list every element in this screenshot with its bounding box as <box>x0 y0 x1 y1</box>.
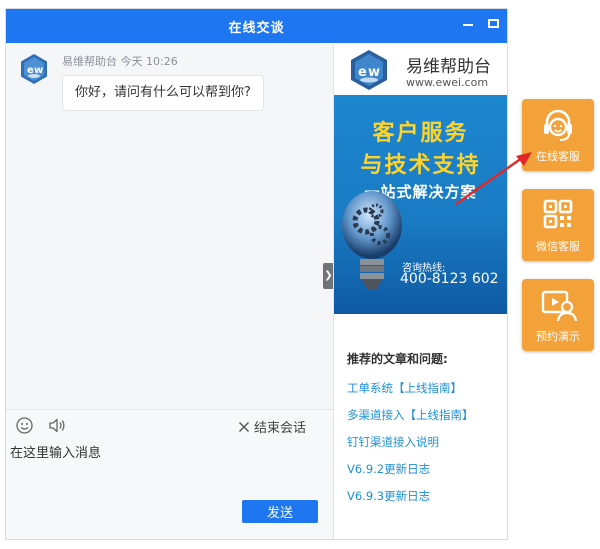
title-bar: 在线交谈 <box>6 9 507 43</box>
recommend-link[interactable]: V6.9.2更新日志 <box>347 461 430 477</box>
message-meta: 易维帮助台 今天 10:26 <box>62 53 178 69</box>
wechat-service-label: 微信客服 <box>536 240 580 253</box>
chat-messages: e w 易维帮助台 今天 10:26 你好，请问有什么可以帮到你? <box>6 43 333 409</box>
input-toolbar: 结束会话 <box>6 409 333 439</box>
speaker-icon[interactable] <box>48 417 66 434</box>
maximize-icon[interactable] <box>488 19 499 28</box>
headset-icon <box>544 109 572 141</box>
recommend-link[interactable]: 钉钉渠道接入说明 <box>347 434 439 450</box>
ewei-logo-icon: e w <box>351 50 387 90</box>
video-user-icon <box>541 290 578 322</box>
message-bubble: 你好，请问有什么可以帮到你? <box>62 75 264 111</box>
message-time: 今天 10:26 <box>120 55 178 68</box>
recommend-title: 推荐的文章和问题: <box>347 352 448 366</box>
recommend-link[interactable]: 工单系统【上线指南】 <box>347 380 462 396</box>
side-panel: e w 易维帮助台 www.ewei.com 客户服务 与技术支持 一站式解决方… <box>334 43 507 539</box>
chat-window: 在线交谈 e w 易维帮助台 今天 10:26 你好，请问有什么可以帮到你? ❯ <box>5 8 508 540</box>
avatar: e w <box>21 54 47 84</box>
minimize-icon[interactable] <box>463 24 473 26</box>
sender-name: 易维帮助台 <box>62 55 117 68</box>
send-button[interactable]: 发送 <box>242 500 318 523</box>
banner-line-1: 客户服务 <box>372 121 469 146</box>
close-icon <box>239 422 249 432</box>
recommend-link[interactable]: V6.9.3更新日志 <box>347 488 430 504</box>
message-input[interactable] <box>10 442 328 498</box>
book-demo-button[interactable]: 预约演示 <box>522 279 594 351</box>
end-session-button[interactable]: 结束会话 <box>238 417 306 436</box>
window-title: 在线交谈 <box>228 21 285 36</box>
emoji-icon[interactable] <box>16 417 33 434</box>
pointer-arrow-icon <box>455 152 532 205</box>
brand-logo: e w 易维帮助台 www.ewei.com <box>348 49 508 93</box>
end-session-label: 结束会话 <box>254 421 307 436</box>
qr-code-icon <box>543 199 573 229</box>
recommend-link[interactable]: 多渠道接入【上线指南】 <box>347 407 474 423</box>
brand-name: 易维帮助台 <box>406 57 491 77</box>
message-input-area: 发送 <box>6 439 333 539</box>
hotline-number: 400-8123 602 <box>400 271 499 287</box>
brand-url: www.ewei.com <box>406 76 489 89</box>
lightbulb-icon <box>342 191 402 290</box>
book-demo-label: 预约演示 <box>536 330 580 343</box>
